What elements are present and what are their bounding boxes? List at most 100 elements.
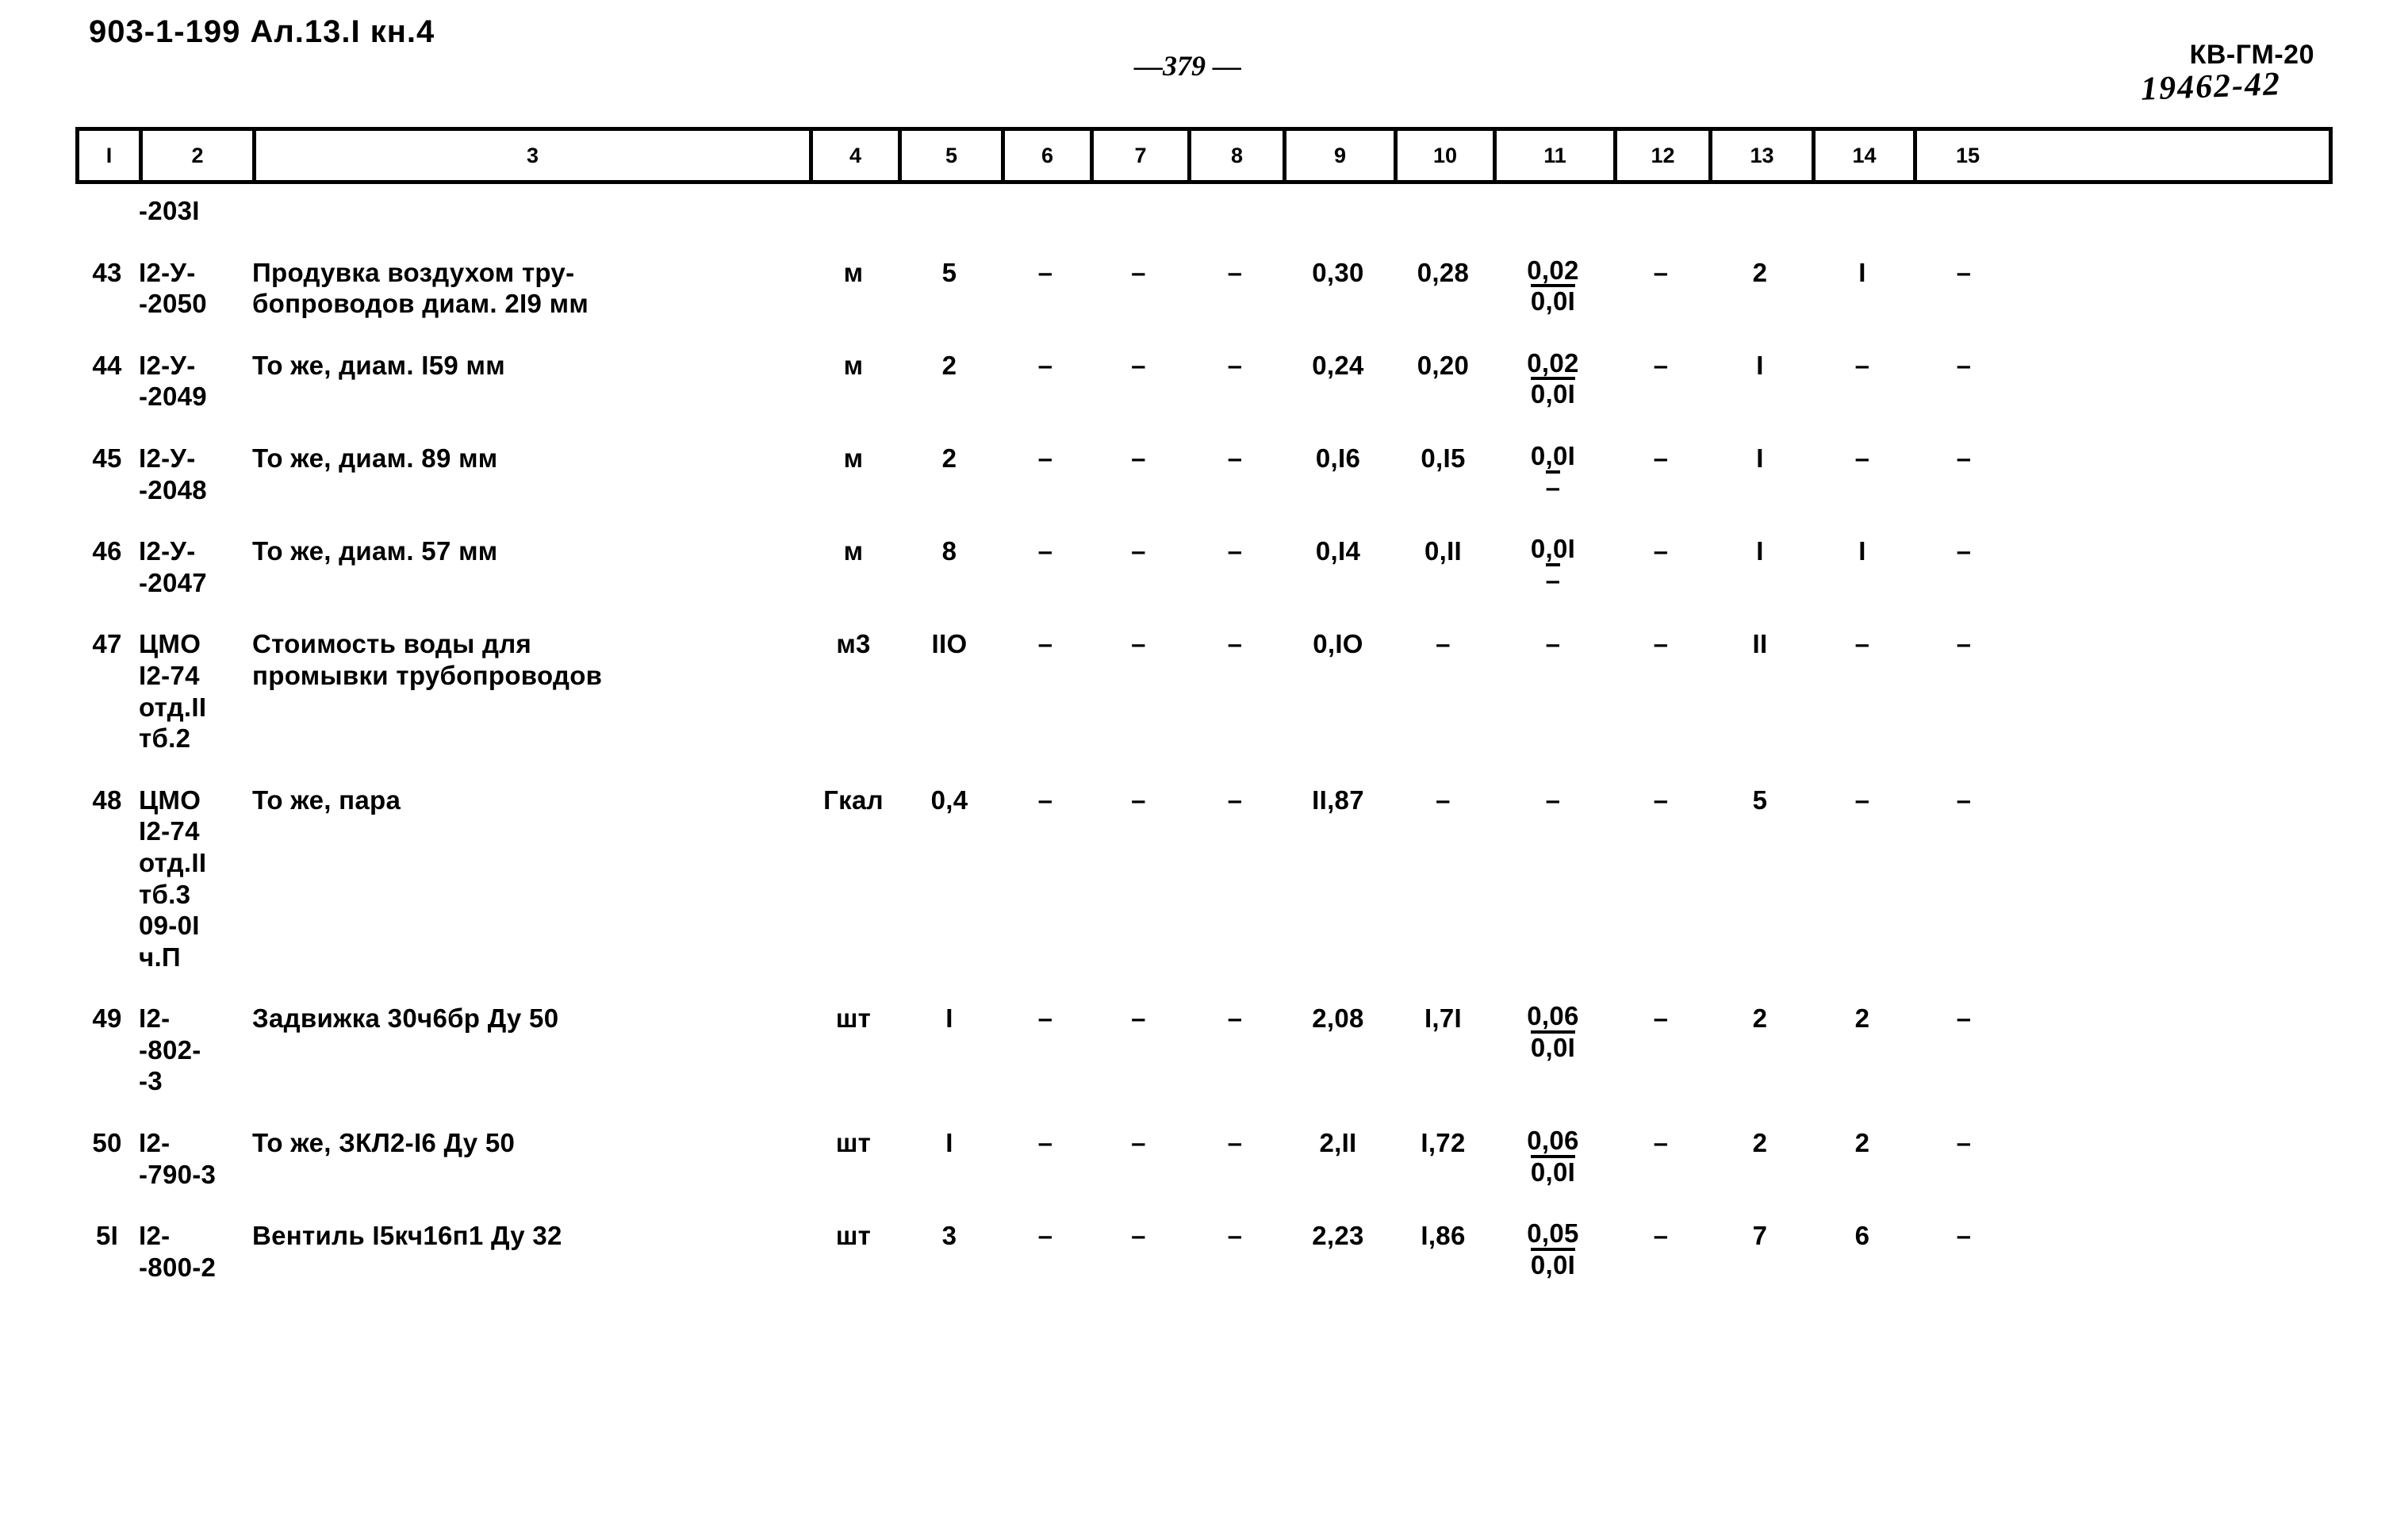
col9: 2,23 xyxy=(1312,1221,1364,1251)
document-page: 903-1-199 Ал.13.I кн.4 —379 — КВ-ГМ-20 1… xyxy=(0,0,2408,1527)
col11-value: – xyxy=(1545,629,1561,659)
col13: 2 xyxy=(1752,1003,1768,1034)
col12: – xyxy=(1653,785,1669,815)
continuation-code: -203I xyxy=(139,196,200,225)
column-header-2: 2 xyxy=(143,131,256,180)
col7: – xyxy=(1131,257,1146,287)
column-header-13: 13 xyxy=(1712,131,1816,180)
col12: – xyxy=(1653,1221,1669,1251)
table-row: 47 ЦМО I2-74 отд.II тб.2 Стоимость воды дл… xyxy=(75,628,2333,754)
col14: 2 xyxy=(1854,1128,1870,1158)
column-header-11: 11 xyxy=(1497,131,1617,180)
fraction-numerator: 0,05 xyxy=(1527,1218,1579,1249)
col6: – xyxy=(1037,785,1053,815)
col10: – xyxy=(1436,785,1451,815)
work-name: То же, ЗКЛ2-I6 Ду 50 xyxy=(252,1128,516,1158)
column-header-10: 10 xyxy=(1398,131,1497,180)
row-gap xyxy=(75,320,2333,350)
work-name: Стоимость воды для промывки трубопроводо… xyxy=(252,629,603,690)
fraction-denominator: 0,0I xyxy=(1530,377,1576,408)
column-header-8: 8 xyxy=(1191,131,1286,180)
work-name: Вентиль I5кч16п1 Ду 32 xyxy=(252,1221,562,1251)
col10: 0,I5 xyxy=(1421,443,1466,473)
col15: – xyxy=(1956,257,1972,287)
col8: – xyxy=(1227,629,1243,659)
col9: 0,24 xyxy=(1312,350,1364,380)
fraction-denominator: – xyxy=(1545,470,1561,501)
col9: 2,II xyxy=(1319,1128,1357,1158)
col10: I,86 xyxy=(1421,1221,1466,1251)
col10: I,7I xyxy=(1424,1003,1463,1034)
col13: 2 xyxy=(1752,1128,1768,1158)
col7: – xyxy=(1131,536,1146,566)
col11-fraction: 0,06 0,0I xyxy=(1493,1127,1613,1185)
norm-code: I2-У- -2050 xyxy=(139,257,207,319)
quantity: IIO xyxy=(931,629,968,659)
row-number: 43 xyxy=(92,257,122,287)
table-row: 50 I2- -790-3 То же, ЗКЛ2-I6 Ду 50 шт I – – – 2,… xyxy=(75,1127,2333,1190)
col9: II,87 xyxy=(1312,785,1364,815)
work-name: Продувка воздухом тру- бопроводов диам. … xyxy=(252,257,589,319)
norm-code: I2- -800-2 xyxy=(139,1221,217,1282)
column-header-9: 9 xyxy=(1286,131,1398,180)
col7: – xyxy=(1131,1128,1146,1158)
row-number: 45 xyxy=(92,443,122,473)
col6: – xyxy=(1037,1003,1053,1034)
col15: – xyxy=(1956,443,1972,473)
unit: Гкал xyxy=(823,785,884,815)
row-gap xyxy=(75,973,2333,1003)
col13: I xyxy=(1756,443,1764,473)
row-number: 47 xyxy=(92,629,122,659)
quantity: 5 xyxy=(941,257,957,287)
col14: I xyxy=(1858,257,1866,287)
col11-fraction: 0,02 0,0I xyxy=(1493,256,1613,315)
col14: 6 xyxy=(1854,1221,1870,1251)
row-number: 50 xyxy=(92,1128,122,1158)
col13: 2 xyxy=(1752,257,1768,287)
col13: 7 xyxy=(1752,1221,1768,1251)
col13: 5 xyxy=(1752,785,1768,815)
col6: – xyxy=(1037,536,1053,566)
unit: м xyxy=(843,257,864,287)
col15: – xyxy=(1956,350,1972,380)
column-header-14: 14 xyxy=(1816,131,1917,180)
quantity: 2 xyxy=(941,443,957,473)
col8: – xyxy=(1227,785,1243,815)
column-number-header: I 2 3 4 5 6 7 8 9 10 11 12 13 14 15 xyxy=(75,127,2333,184)
fraction-denominator: 0,0I xyxy=(1530,1247,1576,1279)
column-header-6: 6 xyxy=(1005,131,1094,180)
row-gap xyxy=(75,1097,2333,1127)
row-gap xyxy=(75,412,2333,443)
unit: м3 xyxy=(836,629,871,659)
col7: – xyxy=(1131,443,1146,473)
row-gap xyxy=(75,227,2333,257)
row-gap xyxy=(75,1190,2333,1220)
document-code: 903-1-199 Ал.13.I кн.4 xyxy=(89,14,435,49)
norm-code: I2-У- -2048 xyxy=(139,443,207,505)
col12: – xyxy=(1653,629,1669,659)
table-row: 46 I2-У- -2047 То же, диам. 57 мм м 8 – – – 0,I4… xyxy=(75,535,2333,598)
col8: – xyxy=(1227,1128,1243,1158)
col6: – xyxy=(1037,257,1053,287)
row-number: 49 xyxy=(92,1003,122,1034)
table-row: 44 I2-У- -2049 То же, диам. I59 мм м 2 – – – 0,2… xyxy=(75,350,2333,412)
column-header-5: 5 xyxy=(902,131,1005,180)
col11-fraction: 0,02 0,0I xyxy=(1493,350,1613,408)
row-number: 48 xyxy=(92,785,122,815)
col10: – xyxy=(1436,629,1451,659)
col12: – xyxy=(1653,350,1669,380)
col6: – xyxy=(1037,443,1053,473)
col11-fraction: – xyxy=(1493,785,1613,816)
col6: – xyxy=(1037,350,1053,380)
row-gap xyxy=(75,598,2333,628)
col11-fraction: 0,0I – xyxy=(1493,443,1613,501)
col7: – xyxy=(1131,785,1146,815)
fraction-numerator: 0,0I xyxy=(1530,534,1576,564)
value-fraction: 0,05 0,0I xyxy=(1527,1220,1578,1278)
column-header-4: 4 xyxy=(813,131,902,180)
work-name: То же, диам. 89 мм xyxy=(252,443,498,473)
row-number: 46 xyxy=(92,536,122,566)
col7: – xyxy=(1131,350,1146,380)
unit: м xyxy=(843,443,864,473)
unit: шт xyxy=(835,1128,872,1158)
